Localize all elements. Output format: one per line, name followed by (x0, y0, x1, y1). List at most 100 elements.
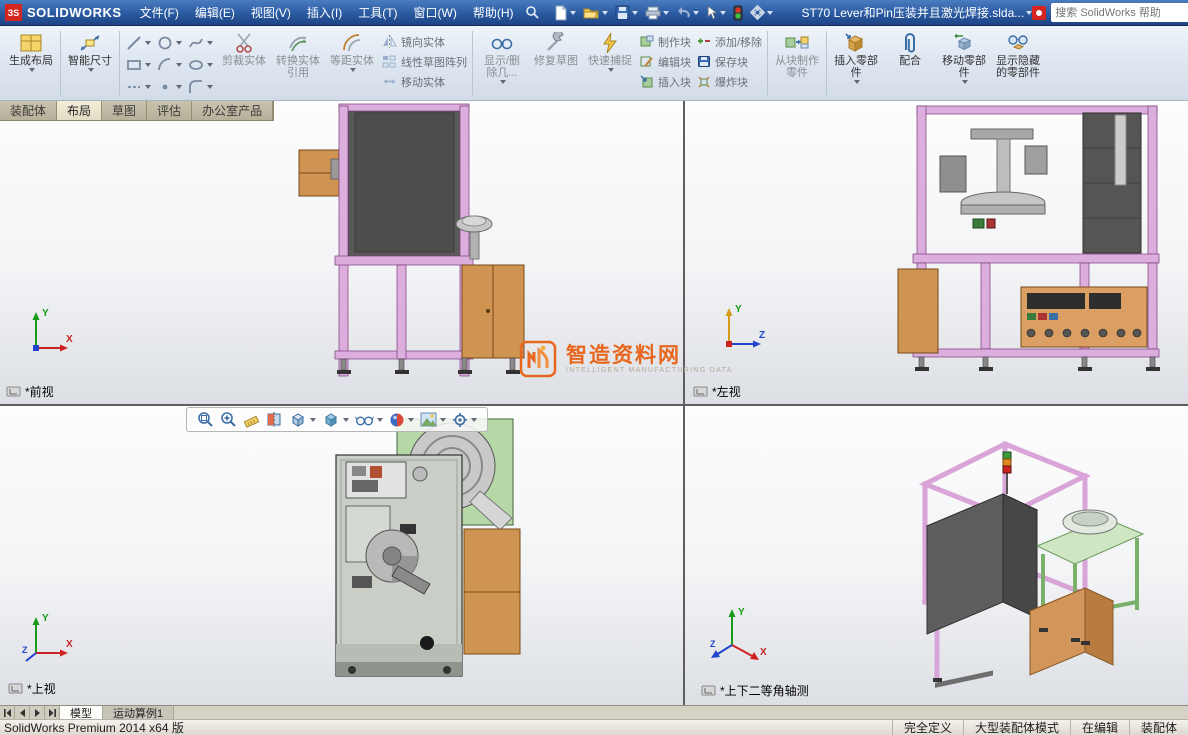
quick-snaps-button[interactable]: 快速捕捉 (583, 28, 637, 99)
measure-button[interactable] (242, 410, 261, 429)
select-button[interactable] (703, 3, 729, 22)
dropdown-caret (601, 10, 608, 15)
tab-layout[interactable]: 布局 (57, 101, 103, 120)
help-search-box[interactable] (1051, 3, 1188, 22)
watermark-title: 智造资料网 (566, 343, 681, 367)
new-document-button[interactable] (551, 3, 579, 23)
make-block-button[interactable]: 制作块 (637, 33, 694, 50)
tab-sketch[interactable]: 草图 (102, 101, 148, 120)
view-orientation-button[interactable] (288, 410, 317, 429)
circle-tool-button[interactable] (155, 32, 184, 54)
ellipse-icon (189, 60, 203, 70)
rebuild-button[interactable] (730, 3, 746, 23)
last-tab-button[interactable] (45, 706, 60, 719)
next-tab-icon (34, 708, 40, 717)
edit-block-button[interactable]: 编辑块 (637, 53, 694, 70)
menu-window[interactable]: 窗口(W) (406, 0, 465, 26)
motion-study-tab[interactable]: 运动算例1 (103, 706, 175, 720)
svg-text:X: X (66, 334, 73, 345)
zoom-fit-button[interactable] (196, 410, 215, 429)
menu-help[interactable]: 帮助(H) (465, 0, 522, 26)
menu-file[interactable]: 文件(F) (132, 0, 187, 26)
help-search-input[interactable] (1055, 6, 1188, 19)
view-settings-button[interactable] (451, 411, 478, 429)
dropdown-caret (176, 63, 182, 67)
next-tab-button[interactable] (30, 706, 45, 719)
arc-tool-button[interactable] (155, 54, 184, 76)
dropdown-caret (145, 41, 151, 45)
first-tab-button[interactable] (0, 706, 15, 719)
first-tab-icon (3, 708, 11, 717)
part-from-block-icon (785, 36, 809, 48)
view-cube-icon (292, 413, 304, 427)
make-part-from-block-button[interactable]: 从块制作零件 (770, 28, 824, 99)
undo-button[interactable] (673, 4, 702, 22)
repair-sketch-button[interactable]: 修复草图 (529, 28, 583, 99)
spline-tool-button[interactable] (186, 32, 215, 54)
display-style-button[interactable] (321, 410, 350, 429)
ribbon-separator (119, 31, 120, 96)
move-entities-button[interactable]: 移动实体 (379, 73, 470, 90)
document-title[interactable]: ST70 Lever和Pin压装并且激光焊接.slda... (802, 4, 1033, 21)
options-button[interactable] (747, 3, 776, 22)
save-button[interactable] (612, 3, 641, 22)
edit-appearance-button[interactable] (388, 411, 415, 429)
menu-view[interactable]: 视图(V) (243, 0, 299, 26)
view-label-text: *上视 (27, 682, 56, 696)
tab-assembly[interactable]: 装配体 (0, 101, 58, 120)
smart-dimension-icon (80, 34, 100, 51)
line-tool-button[interactable] (124, 32, 153, 54)
button-label: 显示隐藏的零部件 (996, 55, 1041, 79)
apply-scene-button[interactable] (419, 411, 447, 428)
menu-tools[interactable]: 工具(T) (350, 0, 405, 26)
linear-sketch-pattern-button[interactable]: 线性草图阵列 (379, 53, 470, 70)
show-hidden-components-button[interactable]: 显示隐藏的零部件 (991, 28, 1045, 99)
centerline-icon (128, 86, 140, 88)
move-component-button[interactable]: 移动零部件 (937, 28, 991, 99)
mate-button[interactable]: 配合 (883, 28, 937, 99)
trim-entities-button[interactable]: 剪裁实体 (217, 28, 271, 99)
tab-office-products[interactable]: 办公室产品 (192, 101, 274, 120)
viewport-isometric[interactable]: Y X Z *上下二等角轴测 (685, 406, 1188, 705)
command-search-button[interactable] (522, 3, 543, 22)
hide-show-items-button[interactable] (354, 411, 384, 428)
mirror-entities-button[interactable]: 镜向实体 (379, 33, 470, 50)
fillet-tool-button[interactable] (186, 76, 215, 98)
dropdown-caret (310, 417, 316, 422)
menu-edit[interactable]: 编辑(E) (187, 0, 243, 26)
convert-entities-button[interactable]: 转换实体引用 (271, 28, 325, 99)
zoom-area-button[interactable] (219, 410, 238, 429)
status-version-text: SolidWorks Premium 2014 x64 版 (4, 721, 184, 735)
smart-dimension-button[interactable]: 智能尺寸 (63, 28, 117, 99)
add-remove-button[interactable]: 添加/移除 (694, 33, 765, 50)
button-label: 等距实体 (330, 55, 374, 67)
create-layout-button[interactable]: 生成布局 (4, 28, 58, 99)
previous-tab-button[interactable] (15, 706, 30, 719)
button-label: 移动零部件 (942, 55, 987, 79)
centerline-tool-button[interactable] (124, 76, 153, 98)
insert-components-button[interactable]: 插入零部件 (829, 28, 883, 99)
dropdown-caret (662, 10, 669, 15)
viewport-left[interactable]: Y Z *左视 (685, 101, 1188, 404)
display-delete-relations-button[interactable]: 显示/删除几... (475, 28, 529, 99)
insert-block-button[interactable]: 插入块 (637, 73, 694, 90)
svg-text:Y: Y (42, 308, 49, 319)
menu-insert[interactable]: 插入(I) (299, 0, 350, 26)
model-tab[interactable]: 模型 (60, 706, 103, 720)
top-view-triad: Y X Z (22, 613, 73, 662)
quick-access-toolbar (551, 3, 776, 23)
save-block-button[interactable]: 保存块 (694, 53, 765, 70)
svg-text:X: X (760, 647, 767, 658)
tab-evaluate[interactable]: 评估 (147, 101, 193, 120)
button-label: 快速捕捉 (588, 55, 632, 67)
offset-entities-button[interactable]: 等距实体 (325, 28, 379, 99)
section-view-button[interactable] (265, 410, 284, 429)
print-button[interactable] (642, 4, 672, 22)
rectangle-tool-button[interactable] (124, 54, 153, 76)
ellipse-tool-button[interactable] (186, 54, 215, 76)
printer-icon (645, 6, 661, 19)
viewport-top[interactable]: Y X Z *上视 (0, 406, 683, 705)
open-document-button[interactable] (580, 4, 611, 22)
point-tool-button[interactable] (155, 76, 184, 98)
explode-block-button[interactable]: 爆炸块 (694, 73, 765, 90)
